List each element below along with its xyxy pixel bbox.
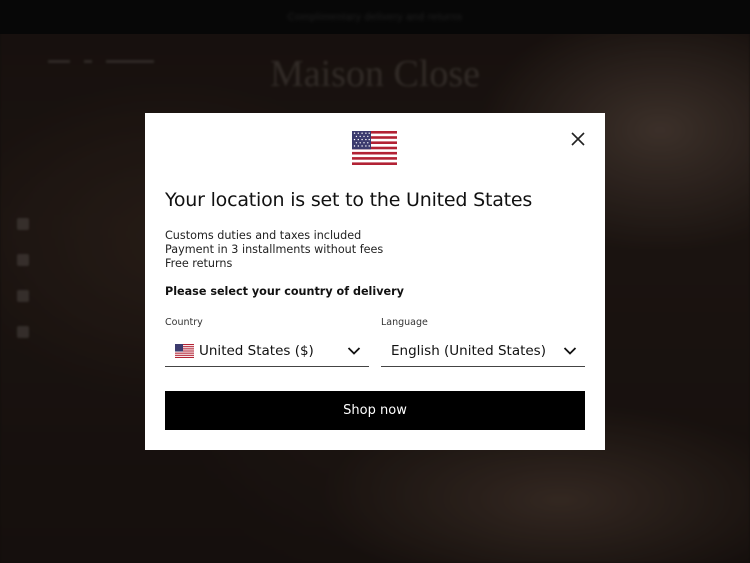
chevron-down-icon bbox=[563, 347, 577, 355]
country-label: Country bbox=[165, 317, 203, 328]
modal-title: Your location is set to the United State… bbox=[165, 189, 533, 211]
chevron-down-icon bbox=[347, 347, 361, 355]
close-button[interactable] bbox=[568, 129, 588, 149]
benefit-item: Payment in 3 installments without fees bbox=[165, 243, 384, 256]
language-field: Language English (United States) bbox=[381, 317, 585, 367]
us-flag-icon bbox=[175, 344, 194, 358]
language-label: Language bbox=[381, 317, 428, 328]
country-field: Country United States ($) bbox=[165, 317, 369, 367]
language-select[interactable]: English (United States) bbox=[381, 336, 585, 367]
us-flag-icon bbox=[352, 131, 397, 165]
benefits-list: Customs duties and taxes included Paymen… bbox=[165, 229, 383, 271]
shop-now-button[interactable]: Shop now bbox=[165, 391, 585, 430]
benefit-item: Free returns bbox=[165, 257, 233, 270]
benefit-item: Customs duties and taxes included bbox=[165, 229, 362, 242]
language-value: English (United States) bbox=[391, 343, 546, 359]
close-icon bbox=[571, 132, 585, 146]
location-modal: Your location is set to the United State… bbox=[145, 113, 605, 450]
country-select[interactable]: United States ($) bbox=[165, 336, 369, 367]
country-value: United States ($) bbox=[199, 343, 314, 359]
select-country-prompt: Please select your country of delivery bbox=[165, 285, 404, 298]
